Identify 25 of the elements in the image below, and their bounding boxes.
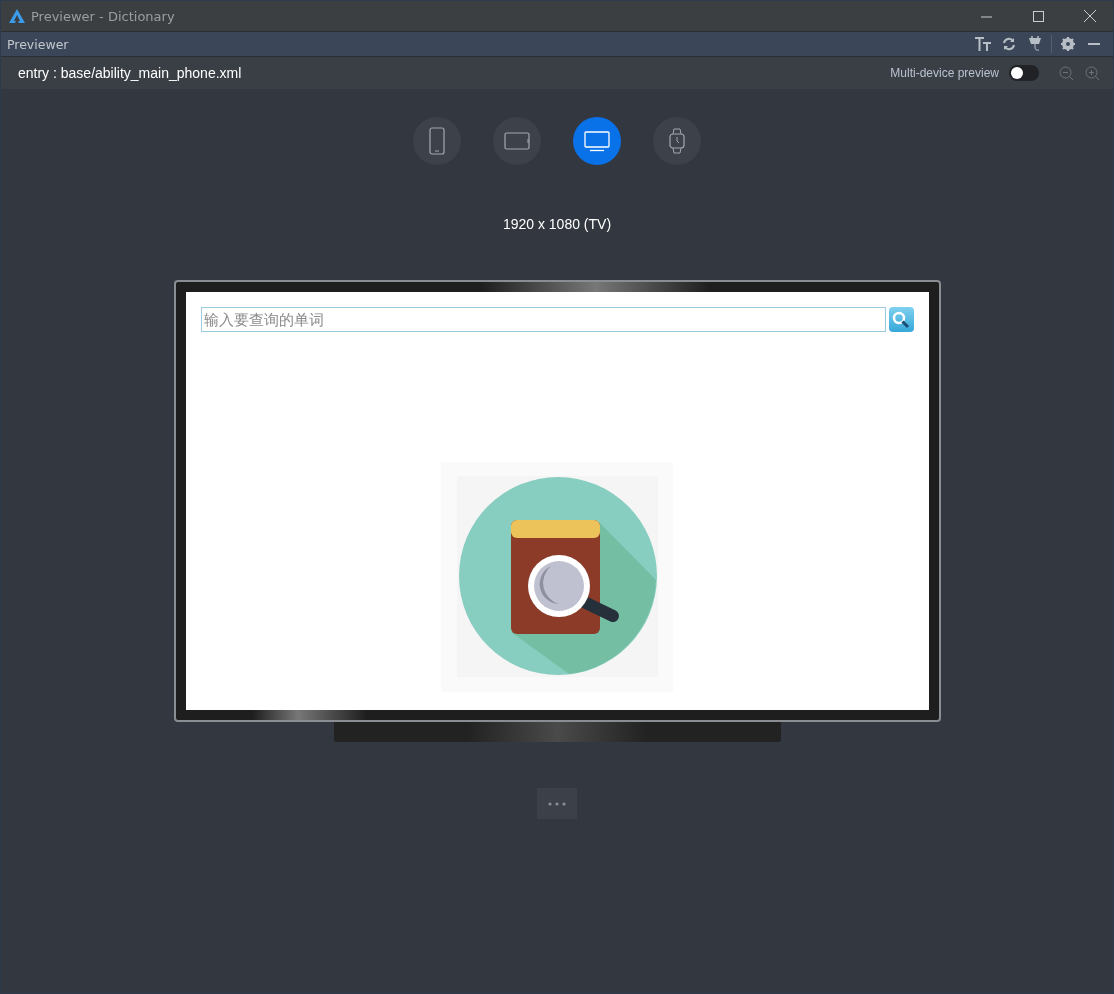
maximize-icon (1032, 10, 1044, 22)
zoom-out-icon (1058, 65, 1074, 81)
device-button[interactable] (573, 117, 621, 165)
refresh-icon (1002, 37, 1016, 51)
panel-title: Previewer (7, 36, 70, 52)
resolution-label: 1920 x 1080 (TV) (502, 216, 612, 232)
zoom-in-icon (1084, 65, 1100, 81)
multi-device-label: Multi-device preview (890, 66, 999, 80)
watch-icon (669, 128, 685, 154)
file-path: entry : base/ability_main_phone.xml (18, 65, 243, 81)
font-size-icon (974, 37, 992, 51)
dots-icon (548, 801, 566, 806)
monitor-icon (584, 130, 610, 152)
close-icon (1084, 10, 1096, 22)
plug-icon (1028, 36, 1042, 52)
tablet-icon (504, 132, 530, 150)
minus-icon (1088, 43, 1100, 45)
window-title: Previewer - Dictionary (31, 8, 176, 24)
search-field[interactable]: 输入要查询的单词 (200, 307, 886, 332)
app-logo-icon (9, 9, 25, 23)
search-icon (892, 310, 910, 329)
search-button[interactable] (888, 307, 914, 332)
phone-icon (429, 127, 445, 155)
settings-icon (1061, 37, 1075, 51)
multi-device-toggle[interactable] (1009, 65, 1039, 81)
